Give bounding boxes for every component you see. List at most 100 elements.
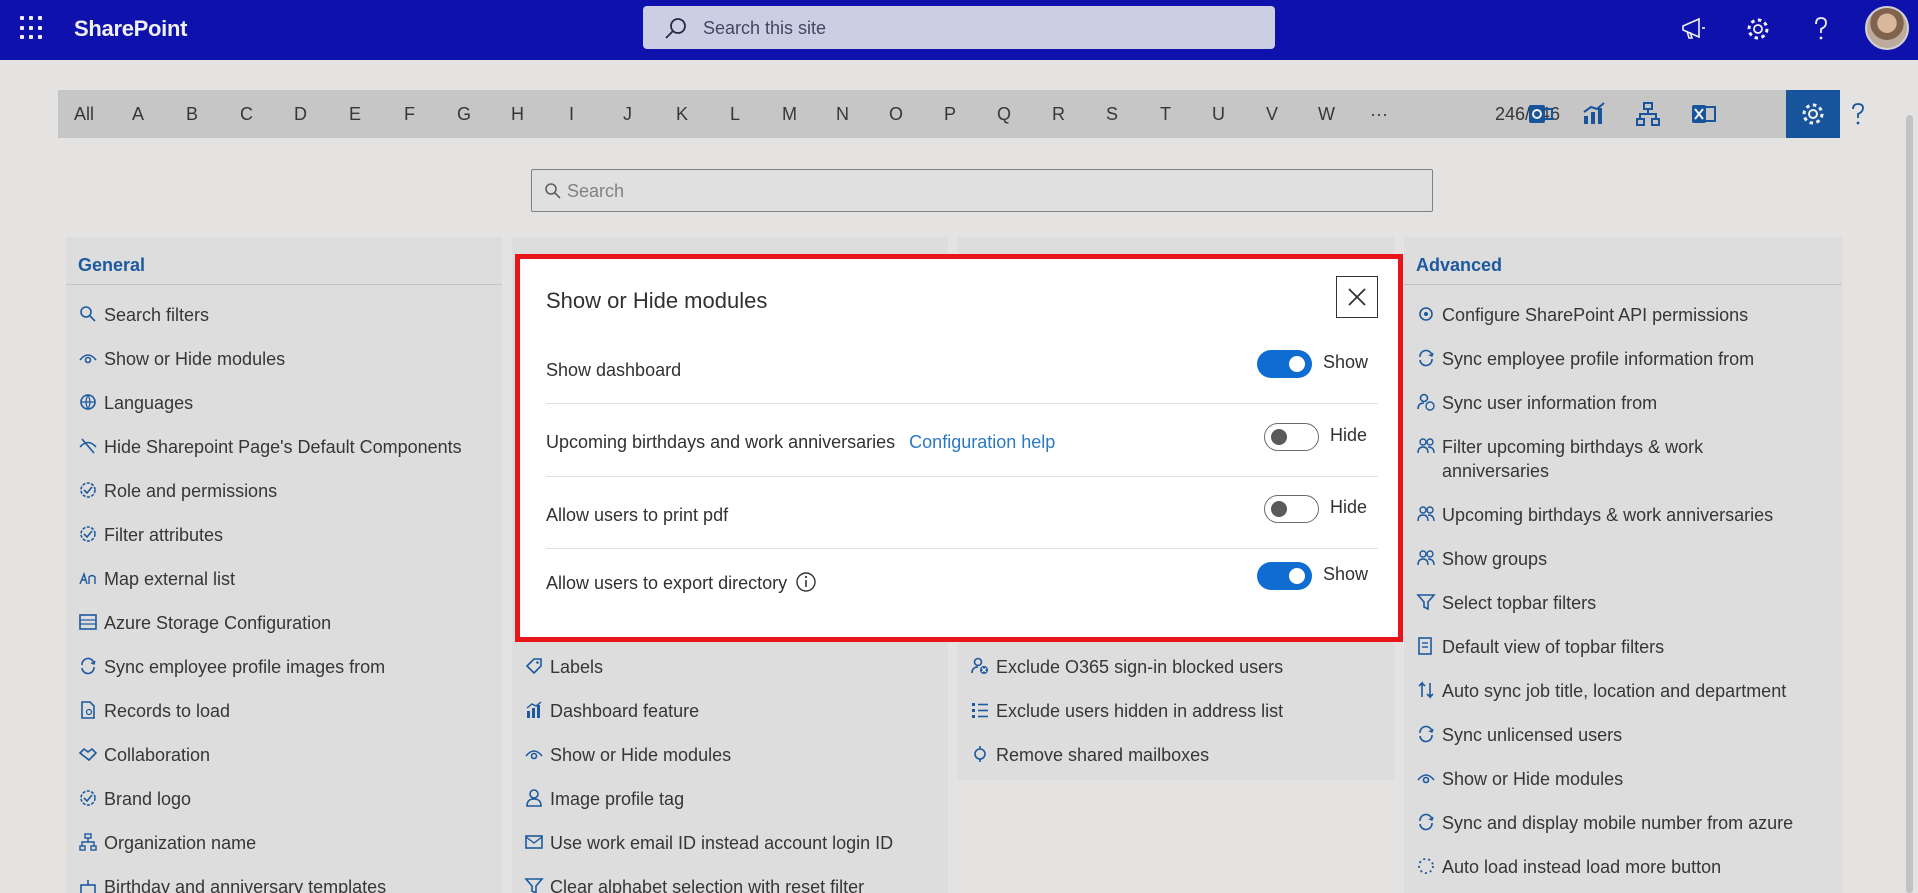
alpha-c[interactable]: C bbox=[240, 104, 253, 125]
export-directory-label: Allow users to export directory bbox=[546, 573, 788, 593]
help-icon[interactable] bbox=[1844, 100, 1872, 128]
app-launcher-icon[interactable] bbox=[20, 16, 44, 40]
setting-link[interactable]: Sync employee profile information from bbox=[1416, 347, 1754, 371]
setting-link[interactable]: Azure Storage Configuration bbox=[78, 611, 331, 635]
setting-link[interactable]: Show or Hide modules bbox=[1416, 767, 1623, 791]
alpha-n[interactable]: N bbox=[836, 104, 849, 125]
user-avatar[interactable] bbox=[1865, 6, 1909, 50]
setting-link[interactable]: Sync employee profile images from bbox=[78, 655, 385, 679]
item-label: Use work email ID instead account login … bbox=[550, 833, 894, 853]
row-label-birthdays: Upcoming birthdays and work anniversarie… bbox=[546, 432, 1055, 453]
alpha-t[interactable]: T bbox=[1160, 104, 1171, 125]
info-icon[interactable] bbox=[795, 571, 817, 593]
setting-link[interactable]: Select topbar filters bbox=[1416, 591, 1596, 615]
setting-link[interactable]: Labels bbox=[524, 655, 603, 679]
setting-link[interactable]: Configure SharePoint API permissions bbox=[1416, 303, 1748, 327]
close-button[interactable] bbox=[1336, 276, 1378, 318]
toggle-knob bbox=[1271, 501, 1287, 517]
setting-link[interactable]: Collaboration bbox=[78, 743, 210, 767]
excel-icon[interactable] bbox=[1689, 100, 1717, 128]
setting-link[interactable]: Records to load bbox=[78, 699, 230, 723]
setting-link[interactable]: Brand logo bbox=[78, 787, 191, 811]
item-label: Remove shared mailboxes bbox=[996, 745, 1210, 765]
setting-link[interactable]: Hide Sharepoint Page's Default Component… bbox=[78, 435, 462, 459]
setting-link[interactable]: Dashboard feature bbox=[524, 699, 699, 723]
setting-link[interactable]: Clear alphabet selection with reset filt… bbox=[524, 875, 864, 893]
site-search-placeholder: Search this site bbox=[703, 18, 827, 38]
export-directory-toggle[interactable] bbox=[1257, 562, 1312, 590]
alpha-o[interactable]: O bbox=[889, 104, 903, 125]
alpha-m[interactable]: M bbox=[782, 104, 797, 125]
column-title-advanced: Advanced bbox=[1416, 255, 1503, 275]
org-chart-icon[interactable] bbox=[1634, 100, 1662, 128]
alpha-p[interactable]: P bbox=[944, 104, 956, 125]
alpha-f[interactable]: F bbox=[404, 104, 415, 125]
cake-icon bbox=[80, 880, 96, 893]
settings-search-input[interactable]: Search bbox=[531, 169, 1433, 212]
alpha-h[interactable]: H bbox=[511, 104, 524, 125]
help-icon[interactable] bbox=[1806, 14, 1836, 44]
setting-link[interactable]: Filter upcoming birthdays & work anniver… bbox=[1416, 435, 1736, 483]
print-pdf-toggle[interactable] bbox=[1264, 495, 1319, 523]
item-label: Sync employee profile information from bbox=[1442, 349, 1755, 369]
setting-link[interactable]: Birthday and anniversary templates bbox=[78, 875, 386, 893]
setting-link[interactable]: Show or Hide modules bbox=[78, 347, 285, 371]
setting-link[interactable]: Role and permissions bbox=[78, 479, 277, 503]
setting-link[interactable]: Map external list bbox=[78, 567, 235, 591]
setting-link[interactable]: Use work email ID instead account login … bbox=[524, 831, 893, 855]
setting-link[interactable]: Organization name bbox=[78, 831, 256, 855]
settings-button[interactable] bbox=[1786, 90, 1840, 138]
setting-link[interactable]: Languages bbox=[78, 391, 193, 415]
page-scrollbar[interactable] bbox=[1906, 115, 1913, 893]
alpha-more[interactable]: ··· bbox=[1370, 104, 1388, 125]
settings-icon[interactable] bbox=[1743, 14, 1773, 44]
chart-icon[interactable] bbox=[1580, 100, 1608, 128]
org-chart-icon bbox=[79, 833, 97, 851]
setting-link[interactable]: Upcoming birthdays & work anniversaries bbox=[1416, 503, 1773, 527]
setting-link[interactable]: Sync and display mobile number from azur… bbox=[1416, 811, 1793, 835]
setting-link[interactable]: Search filters bbox=[78, 303, 209, 327]
alpha-all[interactable]: All bbox=[74, 104, 94, 125]
setting-link[interactable]: Exclude users hidden in address list bbox=[970, 699, 1283, 723]
setting-link[interactable]: Sync unlicensed users bbox=[1416, 723, 1622, 747]
alpha-l[interactable]: L bbox=[730, 104, 740, 125]
setting-link[interactable]: Image profile tag bbox=[524, 787, 684, 811]
chart-icon bbox=[526, 701, 542, 718]
alpha-q[interactable]: Q bbox=[997, 104, 1011, 125]
suite-bar: SharePoint Search this site bbox=[0, 0, 1918, 60]
alpha-d[interactable]: D bbox=[294, 104, 307, 125]
show-dashboard-toggle[interactable] bbox=[1257, 350, 1312, 378]
divider bbox=[546, 476, 1378, 477]
alpha-u[interactable]: U bbox=[1212, 104, 1225, 125]
setting-link[interactable]: Exclude O365 sign-in blocked users bbox=[970, 655, 1283, 679]
setting-link[interactable]: Auto load instead load more button bbox=[1416, 855, 1721, 879]
setting-link[interactable]: Default view of topbar filters bbox=[1416, 635, 1664, 659]
alpha-a[interactable]: A bbox=[132, 104, 144, 125]
item-label: Hide Sharepoint Page's Default Component… bbox=[104, 437, 462, 457]
setting-link[interactable]: Sync user information from bbox=[1416, 391, 1657, 415]
setting-link[interactable]: Auto sync job title, location and depart… bbox=[1416, 679, 1786, 703]
alpha-r[interactable]: R bbox=[1052, 104, 1065, 125]
alpha-i[interactable]: I bbox=[569, 104, 574, 125]
item-label: Show or Hide modules bbox=[104, 349, 286, 369]
search-placeholder: Search bbox=[567, 181, 625, 201]
birthdays-toggle[interactable] bbox=[1264, 423, 1319, 451]
setting-link[interactable]: Remove shared mailboxes bbox=[970, 743, 1209, 767]
alpha-w[interactable]: W bbox=[1318, 104, 1335, 125]
alpha-j[interactable]: J bbox=[623, 104, 632, 125]
item-label: Show or Hide modules bbox=[1442, 769, 1624, 789]
alpha-b[interactable]: B bbox=[186, 104, 198, 125]
alpha-g[interactable]: G bbox=[457, 104, 471, 125]
outlook-icon[interactable] bbox=[1526, 100, 1554, 128]
megaphone-icon[interactable] bbox=[1679, 14, 1709, 44]
app-title[interactable]: SharePoint bbox=[74, 16, 187, 42]
alpha-k[interactable]: K bbox=[676, 104, 688, 125]
setting-link[interactable]: Show groups bbox=[1416, 547, 1547, 571]
alpha-e[interactable]: E bbox=[349, 104, 361, 125]
setting-link[interactable]: Show or Hide modules bbox=[524, 743, 731, 767]
alpha-v[interactable]: V bbox=[1266, 104, 1278, 125]
configuration-help-link[interactable]: Configuration help bbox=[909, 432, 1055, 452]
alpha-s[interactable]: S bbox=[1106, 104, 1118, 125]
setting-link[interactable]: Filter attributes bbox=[78, 523, 223, 547]
site-search-box[interactable]: Search this site bbox=[643, 6, 1275, 49]
